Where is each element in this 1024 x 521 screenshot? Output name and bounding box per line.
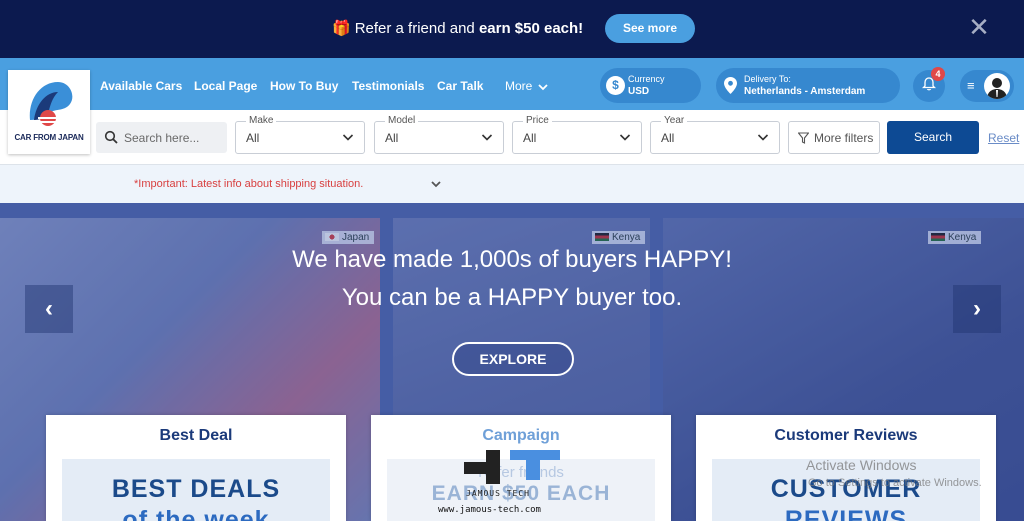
card-title: Best Deal: [159, 427, 233, 444]
chevron-down-icon: [538, 84, 548, 91]
year-value: All: [661, 131, 675, 145]
location-pin-icon: [724, 77, 737, 94]
currency-selector[interactable]: $ Currency USD: [600, 68, 701, 103]
site-logo[interactable]: CAR FROM JAPAN: [8, 70, 90, 154]
see-more-button[interactable]: See more: [605, 14, 695, 43]
notice-text[interactable]: *Important: Latest info about shipping s…: [134, 178, 363, 190]
reset-link[interactable]: Reset: [988, 131, 1019, 145]
notification-badge: 4: [931, 67, 945, 81]
user-icon: [987, 78, 1007, 99]
notifications-button[interactable]: 4: [913, 67, 945, 102]
search-button[interactable]: Search: [887, 121, 979, 154]
explore-button[interactable]: EXPLORE: [452, 342, 574, 376]
filter-icon: [798, 132, 809, 144]
price-select[interactable]: Price All: [512, 115, 642, 154]
model-select[interactable]: Model All: [374, 115, 504, 154]
nav-car-talk[interactable]: Car Talk: [437, 79, 483, 93]
search-icon: [104, 130, 118, 144]
chevron-down-icon: [481, 134, 493, 141]
promo-text: 🎁 Refer a friend and earn $50 each!: [332, 19, 583, 37]
nav-testimonials[interactable]: Testimonials: [352, 79, 424, 93]
card-best-deal[interactable]: Best Deal BEST DEALS of the week: [46, 415, 346, 521]
year-select[interactable]: Year All: [650, 115, 780, 154]
user-menu[interactable]: ≡: [960, 70, 1014, 102]
nav-more-label: More: [505, 79, 533, 93]
dollar-icon: $: [606, 76, 625, 95]
card-banner-subtext: of the week: [122, 506, 270, 521]
card-banner: BEST DEALS of the week: [62, 459, 330, 521]
watermark-name: JAMOUS TECH: [466, 489, 530, 498]
card-title: Customer Reviews: [774, 427, 918, 444]
currency-value: USD: [628, 86, 650, 97]
make-select[interactable]: Make All: [235, 115, 365, 154]
logo-icon: [29, 82, 73, 126]
avatar: [984, 73, 1010, 99]
chevron-down-icon: [757, 134, 769, 141]
card-banner-subtext: REVIEWS: [784, 506, 908, 521]
nav-more[interactable]: More: [505, 79, 548, 93]
activate-windows-subtitle: Go to Settings to activate Windows.: [808, 477, 982, 489]
hero-headline: We have made 1,000s of buyers HAPPY!: [292, 246, 732, 273]
watermark-logo: [464, 450, 560, 484]
price-value: All: [523, 131, 537, 145]
gift-icon: 🎁: [332, 20, 351, 37]
carousel-next-button[interactable]: ›: [953, 285, 1001, 333]
chevron-down-icon: [342, 134, 354, 141]
year-label: Year: [661, 115, 688, 126]
make-label: Make: [246, 115, 277, 126]
activate-windows-title: Activate Windows: [806, 457, 917, 473]
currency-label: Currency: [628, 74, 665, 84]
delivery-selector[interactable]: Delivery To: Netherlands - Amsterdam: [716, 68, 900, 103]
watermark-url: www.jamous-tech.com: [438, 505, 541, 515]
hamburger-icon: ≡: [967, 78, 975, 93]
promo-text-bold: earn $50 each!: [478, 20, 584, 37]
more-filters-button[interactable]: More filters: [788, 121, 880, 154]
nav-available-cars[interactable]: Available Cars: [100, 79, 182, 93]
close-icon[interactable]: ✕: [966, 14, 992, 40]
make-value: All: [246, 131, 260, 145]
nav-how-to-buy[interactable]: How To Buy: [270, 79, 338, 93]
card-title: Campaign: [482, 427, 560, 444]
model-value: All: [385, 131, 399, 145]
promo-text-pre: Refer a friend and: [354, 20, 479, 37]
logo-text: CAR FROM JAPAN: [14, 133, 84, 142]
chevron-down-icon[interactable]: [430, 178, 442, 190]
nav-local-page[interactable]: Local Page: [194, 79, 257, 93]
card-banner-text: BEST DEALS: [111, 475, 281, 503]
more-filters-label: More filters: [814, 131, 874, 145]
chevron-down-icon: [619, 134, 631, 141]
model-label: Model: [385, 115, 419, 126]
delivery-label: Delivery To:: [744, 74, 791, 84]
price-label: Price: [523, 115, 552, 126]
hero-subheadline: You can be a HAPPY buyer too.: [341, 284, 683, 311]
carousel-prev-button[interactable]: ‹: [25, 285, 73, 333]
delivery-value: Netherlands - Amsterdam: [744, 86, 866, 97]
